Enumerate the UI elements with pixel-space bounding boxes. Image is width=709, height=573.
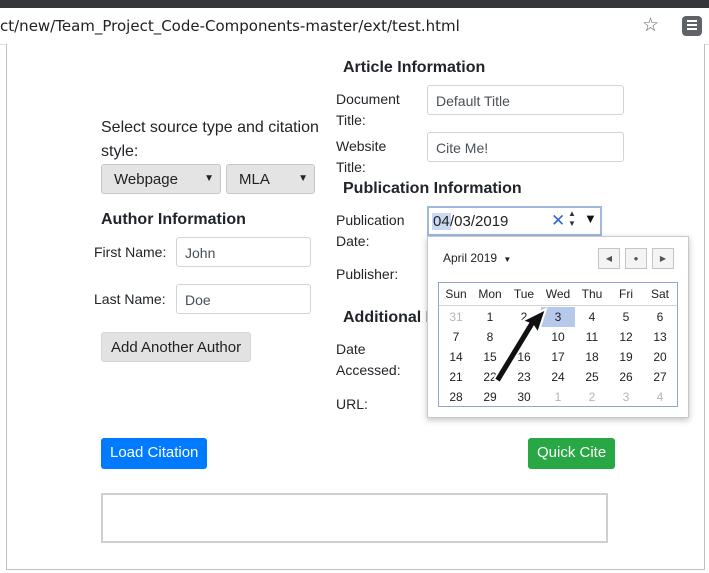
calendar-day[interactable]: 1 <box>541 387 575 407</box>
caret-down-icon: ▼ <box>503 255 512 264</box>
calendar-day[interactable]: 19 <box>609 347 643 367</box>
calendar-day[interactable]: 4 <box>575 307 609 327</box>
weekday-thu: Thu <box>581 287 603 301</box>
calendar-day[interactable]: 4 <box>643 387 677 407</box>
document-title-input[interactable]: Default Title <box>427 85 624 115</box>
calendar-day[interactable]: 7 <box>439 327 473 347</box>
dropdown-arrow-icon[interactable]: ▼ <box>584 211 597 226</box>
source-prompt: Select source type and citation style: <box>101 119 319 160</box>
last-name-input[interactable]: Doe <box>176 284 311 314</box>
citation-style-select[interactable]: MLA ▼ <box>226 164 315 194</box>
month-year-label: April 2019 <box>443 251 498 265</box>
calendar-day[interactable]: 31 <box>439 307 473 327</box>
calendar-day[interactable]: 2 <box>575 387 609 407</box>
url-label: URL: <box>336 396 368 412</box>
date-accessed-label: Date Accessed: <box>336 341 401 378</box>
first-name-input[interactable]: John <box>176 237 311 267</box>
next-month-button[interactable]: ▶ <box>652 248 674 269</box>
spinner-icon[interactable]: ▲ ▼ <box>568 209 576 229</box>
calendar-day[interactable]: 3 <box>609 387 643 407</box>
load-citation-button[interactable]: Load Citation <box>101 438 208 469</box>
weekday-fri: Fri <box>619 287 633 301</box>
weekday-wed: Wed <box>545 287 571 301</box>
weekday-tue: Tue <box>513 287 535 301</box>
date-rest-segment[interactable]: /03/2019 <box>450 213 508 230</box>
citation-output-textarea[interactable] <box>101 493 608 543</box>
website-title-input[interactable]: Cite Me! <box>427 132 624 162</box>
calendar-day[interactable]: 20 <box>643 347 677 367</box>
website-title-value: Cite Me! <box>436 140 489 156</box>
chevron-right-icon: ▶ <box>659 254 667 263</box>
calendar-day[interactable]: 18 <box>575 347 609 367</box>
prev-month-button[interactable]: ◀ <box>598 248 620 269</box>
publication-date-label: Publication Date: <box>336 212 405 249</box>
last-name-value: Doe <box>185 292 211 308</box>
weekday-header: Sun Mon Tue Wed Thu Fri Sat <box>439 283 677 306</box>
website-title-label: Website Title: <box>336 138 387 175</box>
chevron-down-icon: ▼ <box>298 173 308 184</box>
calendar-grid: SunMonTueWedThuFriSat 311234567891011121… <box>438 282 678 407</box>
publication-heading: Publication Information <box>343 180 522 197</box>
weekday-sat: Sat <box>650 287 669 301</box>
document-title-value: Default Title <box>436 93 510 109</box>
calendar-day[interactable]: 12 <box>609 327 643 347</box>
today-button[interactable]: ● <box>625 248 647 269</box>
additional-heading: Additional In <box>343 309 440 326</box>
calendar-day[interactable]: 21 <box>439 367 473 387</box>
dot-icon: ● <box>633 254 639 263</box>
citation-style-value: MLA <box>239 171 270 188</box>
chevron-left-icon: ◀ <box>605 254 613 263</box>
calendar-day[interactable]: 25 <box>575 367 609 387</box>
author-heading: Author Information <box>101 211 246 228</box>
calendar-day[interactable]: 5 <box>609 307 643 327</box>
publisher-label: Publisher: <box>336 266 399 282</box>
calendar-day[interactable]: 30 <box>507 387 541 407</box>
calendar-day[interactable]: 28 <box>439 387 473 407</box>
document-title-label: Document Title: <box>336 91 400 128</box>
calendar-day[interactable]: 29 <box>473 387 507 407</box>
calendar-day[interactable]: 14 <box>439 347 473 367</box>
cursor-arrow-icon <box>494 307 548 385</box>
url-text[interactable]: ct/new/Team_Project_Code-Components-mast… <box>0 17 460 35</box>
publication-date-input[interactable]: 04 /03/2019 ✕ ▲ ▼ ▼ <box>427 206 602 236</box>
first-name-label: First Name: <box>94 244 167 260</box>
date-picker-popup: April 2019 ▼ ◀ ● ▶ Sun Mon Tue Wed Thu Fri Sat… <box>427 236 689 418</box>
browser-tabstrip <box>0 0 709 8</box>
date-month-segment[interactable]: 04 <box>432 213 451 230</box>
first-name-value: John <box>185 245 216 261</box>
star-icon[interactable]: ☆ <box>642 14 659 37</box>
add-author-button[interactable]: Add Another Author <box>101 332 252 362</box>
calendar-day[interactable]: 6 <box>643 307 677 327</box>
chevron-down-icon: ▼ <box>204 173 214 184</box>
clear-icon[interactable]: ✕ <box>551 211 565 231</box>
source-type-value: Webpage <box>114 171 178 188</box>
calendar-day[interactable]: 13 <box>643 327 677 347</box>
last-name-label: Last Name: <box>94 291 166 307</box>
calendar-day[interactable]: 11 <box>575 327 609 347</box>
quick-cite-button[interactable]: Quick Cite <box>528 438 616 469</box>
address-bar[interactable]: ct/new/Team_Project_Code-Components-mast… <box>0 8 709 45</box>
weekday-mon: Mon <box>478 287 502 301</box>
month-year-selector[interactable]: April 2019 ▼ <box>443 251 511 265</box>
article-heading: Article Information <box>343 59 486 76</box>
extension-icon[interactable] <box>682 16 702 36</box>
source-type-select[interactable]: Webpage ▼ <box>101 164 221 194</box>
calendar-day[interactable]: 26 <box>609 367 643 387</box>
calendar-day[interactable]: 27 <box>643 367 677 387</box>
weekday-sun: Sun <box>445 287 467 301</box>
